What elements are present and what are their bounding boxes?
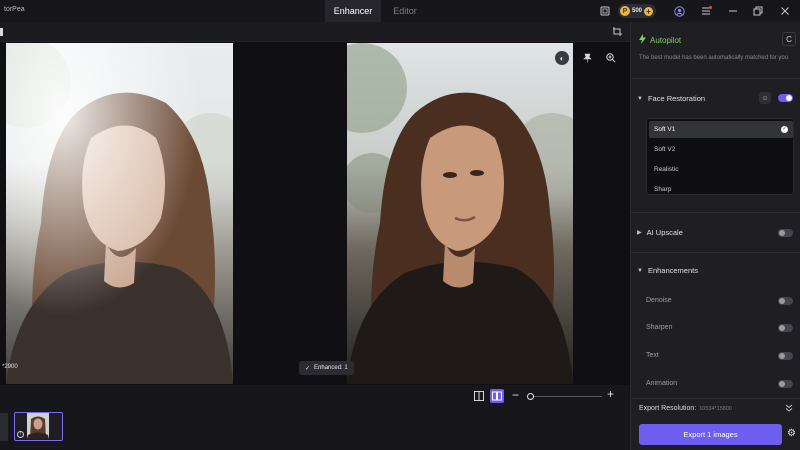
sharpen-toggle[interactable] [778, 324, 793, 332]
autopilot-title: Autopilot [650, 35, 682, 45]
original-photo [6, 43, 233, 384]
caret-down-icon: ▼ [637, 95, 643, 102]
caret-down-icon: ▼ [637, 267, 643, 274]
export-resolution-label: Export Resolution: [639, 405, 697, 412]
zoom-out-button[interactable]: − [512, 388, 519, 402]
export-resolution: Export Resolution: 10534*15800 [639, 405, 732, 412]
canvas-toolbar [0, 22, 630, 42]
autopilot-description: The best model has been automatically ma… [639, 55, 789, 61]
selected-check-icon: ✓ [781, 126, 788, 133]
original-resolution-label: *2900 [2, 364, 18, 370]
notification-menu-icon[interactable] [700, 5, 712, 17]
pin-icon[interactable] [580, 51, 594, 65]
enhanced-label: Enhanced: 1 [314, 365, 348, 371]
divider [631, 252, 800, 253]
gear-icon[interactable]: ⚙ [787, 428, 796, 439]
enhanced-badge: ✓ Enhanced: 1 [299, 361, 354, 375]
tab-enhancer[interactable]: Enhancer [325, 0, 381, 22]
app-name: torPea [4, 6, 25, 13]
zoom-in-icon[interactable] [604, 51, 618, 65]
sharpen-label: Sharpen [646, 324, 673, 331]
credits-badge[interactable]: P 500 + [618, 4, 657, 18]
refresh-icon[interactable]: C [782, 32, 796, 46]
face-restoration-label: Face Restoration [647, 94, 706, 103]
lightning-icon [639, 34, 646, 46]
divider [631, 212, 800, 213]
coin-icon: P [620, 6, 630, 16]
autopilot-header: Autopilot [639, 34, 681, 46]
animation-toggle[interactable] [778, 380, 793, 388]
ai-upscale-label: AI Upscale [646, 228, 683, 237]
model-option-sharp[interactable]: Sharp [649, 181, 793, 198]
model-option-label: Soft V1 [654, 126, 676, 133]
divider [631, 398, 800, 399]
text-toggle[interactable] [778, 352, 793, 360]
enhanced-photo [347, 43, 573, 384]
divider [631, 78, 800, 79]
model-option-realistic[interactable]: Realistic [649, 161, 793, 178]
preview-canvas[interactable]: ◐ *2900 ✓ Enhanced: 1 [0, 42, 630, 385]
tab-editor[interactable]: Editor [382, 0, 428, 22]
minimize-icon[interactable] [727, 5, 739, 17]
credits-count: 500 [632, 8, 643, 14]
enhancements-header[interactable]: ▼ Enhancements [637, 266, 698, 275]
face-restoration-header[interactable]: ▼ Face Restoration [637, 94, 705, 103]
zoom-in-button[interactable]: + [607, 387, 614, 401]
crop-rotate-icon[interactable] [612, 26, 623, 39]
compare-icon[interactable]: ◐ [555, 51, 569, 65]
face-model-list: Soft V1 ✓ Soft V2 Realistic Sharp [646, 118, 794, 195]
face-icon[interactable]: ☺ [759, 92, 771, 104]
restore-icon[interactable] [752, 5, 764, 17]
denoise-toggle[interactable] [778, 297, 793, 305]
model-option-soft-v1[interactable]: Soft V1 ✓ [649, 121, 793, 138]
plus-icon[interactable]: + [644, 6, 654, 16]
ai-upscale-toggle[interactable] [778, 229, 793, 237]
ai-upscale-header[interactable]: ▶ AI Upscale [637, 228, 683, 237]
crop-frame-icon[interactable] [599, 5, 611, 17]
denoise-label: Denoise [646, 297, 672, 304]
double-chevron-down-icon[interactable] [785, 404, 793, 414]
model-option-soft-v2[interactable]: Soft V2 [649, 141, 793, 158]
face-restoration-toggle[interactable] [778, 94, 793, 102]
close-icon[interactable] [779, 5, 791, 17]
check-icon: ✓ [305, 365, 311, 372]
zoom-slider-handle[interactable] [527, 393, 534, 400]
split-view-icon[interactable] [472, 389, 486, 403]
zoom-slider[interactable] [530, 396, 602, 397]
title-bar: torPea Enhancer Editor P 500 + [0, 0, 800, 22]
animation-label: Animation [646, 380, 678, 387]
toolbar-edge-marker [0, 28, 3, 36]
info-icon[interactable]: i [17, 431, 24, 438]
user-icon[interactable] [673, 5, 685, 17]
caret-right-icon: ▶ [637, 230, 642, 236]
thumbnail-scroll-left[interactable] [0, 413, 8, 441]
settings-panel: Autopilot C The best model has been auto… [630, 22, 800, 450]
export-resolution-value: 10534*15800 [699, 406, 732, 412]
image-thumbnail[interactable]: i [14, 412, 63, 441]
enhancements-label: Enhancements [647, 266, 698, 275]
side-by-side-view-icon[interactable] [490, 389, 504, 403]
bottom-bar: − + i [0, 385, 630, 450]
text-label: Text [646, 352, 659, 359]
export-button[interactable]: Export 1 images [639, 424, 782, 445]
